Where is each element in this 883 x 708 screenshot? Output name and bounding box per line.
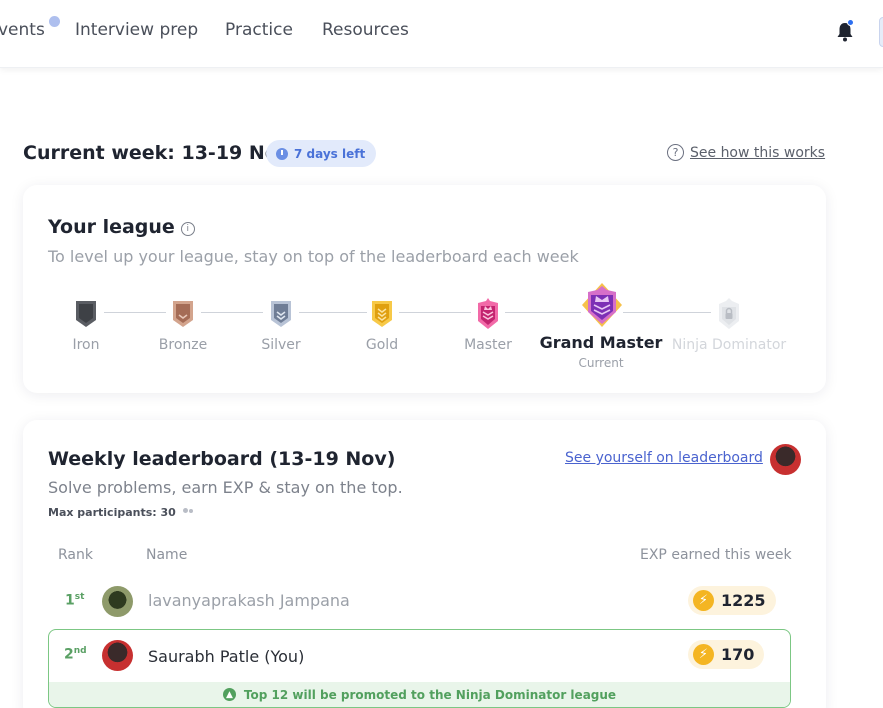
track-line: [623, 312, 711, 313]
participant-name: Saurabh Patle (You): [148, 647, 305, 666]
see-yourself-link[interactable]: See yourself on leaderboard: [565, 450, 763, 466]
days-left-text: 7 days left: [294, 146, 366, 161]
current-league-tag: Current: [578, 356, 624, 370]
profile-button[interactable]: [879, 17, 883, 47]
see-how-this-works-text[interactable]: See how this works: [690, 145, 825, 161]
league-label-bronze: Bronze: [158, 337, 208, 353]
max-participants: Max participants: 30: [48, 506, 195, 519]
league-label-grand-master: Grand Master: [539, 333, 663, 352]
exp-badge: ⚡ 1225: [688, 586, 776, 615]
column-header-rank: Rank: [58, 547, 93, 563]
rank-cell: 1st: [65, 592, 85, 609]
promotion-notice: ▲ Top 12 will be promoted to the Ninja D…: [49, 682, 790, 707]
table-row-current-user[interactable]: 2nd Saurabh Patle (You) ⚡ 170 ▲ Top 12 w…: [48, 629, 791, 708]
grand-master-badge-icon: [582, 283, 622, 327]
avatar[interactable]: [770, 444, 801, 475]
league-label-ninja-dominator: Ninja Dominator: [671, 337, 787, 353]
your-league-card: Your league i To level up your league, st…: [23, 185, 826, 393]
exp-value: 170: [721, 645, 755, 664]
promotion-text: Top 12 will be promoted to the Ninja Dom…: [243, 687, 617, 702]
leaderboard-subtitle: Solve problems, earn EXP & stay on the t…: [48, 478, 403, 497]
nav-item-resources[interactable]: Resources: [322, 20, 409, 40]
question-icon: ?: [667, 144, 684, 161]
track-line: [299, 312, 367, 313]
current-week-title: Current week: 13-19 Nov: [23, 142, 291, 164]
track-line: [399, 312, 471, 313]
your-league-title-text: Your league: [48, 216, 175, 238]
bell-notification-dot: [847, 19, 854, 26]
top-navigation-bar: vents Interview prep Practice Resources: [0, 0, 883, 68]
master-badge-icon: [478, 298, 498, 329]
lightning-icon: ⚡: [693, 590, 714, 611]
participant-name: lavanyaprakash Jampana: [148, 591, 350, 610]
league-label-gold: Gold: [365, 337, 399, 353]
lightning-icon: ⚡: [693, 644, 714, 665]
your-league-title: Your league i: [48, 216, 195, 238]
arrow-up-icon: ▲: [222, 688, 236, 701]
track-line: [104, 312, 166, 313]
gold-badge-icon: [372, 301, 392, 327]
info-icon[interactable]: i: [180, 222, 195, 236]
people-icon: [182, 508, 195, 517]
avatar: [102, 586, 133, 617]
weekly-leaderboard-card: Weekly leaderboard (13-19 Nov) Solve pro…: [23, 420, 826, 708]
table-row[interactable]: 1st lavanyaprakash Jampana ⚡ 1225: [48, 580, 791, 622]
rank-cell: 2nd: [64, 646, 87, 663]
see-how-this-works-link[interactable]: ? See how this works: [667, 144, 825, 161]
clock-icon: [276, 147, 288, 160]
league-label-silver: Silver: [261, 337, 301, 353]
league-label-master: Master: [464, 337, 512, 353]
nav-item-interview-prep[interactable]: Interview prep: [75, 20, 198, 40]
column-header-name: Name: [146, 547, 188, 563]
column-header-exp: EXP earned this week: [640, 547, 792, 563]
your-league-subtitle: To level up your league, stay on top of …: [48, 247, 579, 266]
league-label-iron: Iron: [72, 337, 100, 353]
leaderboard-title: Weekly leaderboard (13-19 Nov): [48, 448, 396, 470]
iron-badge-icon: [76, 301, 96, 327]
track-line: [505, 312, 581, 313]
nav-item-events[interactable]: vents: [0, 20, 45, 40]
avatar: [102, 640, 133, 671]
ninja-dominator-badge-icon: [719, 298, 739, 329]
exp-badge: ⚡ 170: [688, 640, 765, 669]
track-line: [201, 312, 263, 313]
nav-notification-dot: [49, 16, 60, 27]
nav-item-practice[interactable]: Practice: [225, 20, 293, 40]
days-left-badge: 7 days left: [266, 140, 377, 167]
bronze-badge-icon: [173, 301, 193, 327]
max-participants-text: Max participants: 30: [48, 506, 176, 519]
exp-value: 1225: [721, 591, 766, 610]
silver-badge-icon: [271, 301, 291, 327]
